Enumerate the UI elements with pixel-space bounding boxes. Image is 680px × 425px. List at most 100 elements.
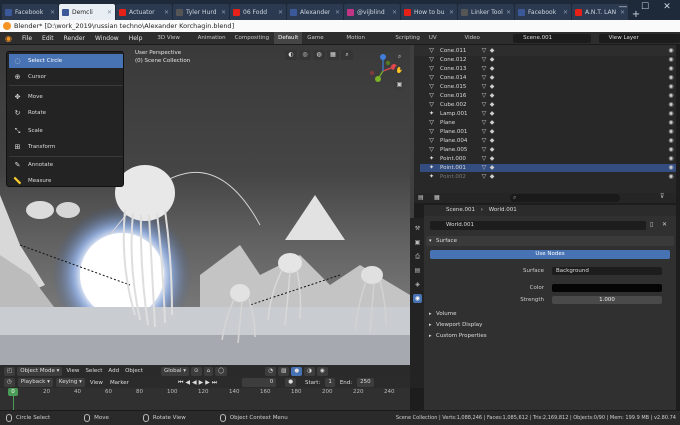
view-menu[interactable]: View xyxy=(64,368,81,374)
viewport-camera-icon[interactable]: ◎ xyxy=(299,50,311,60)
viewport-nav-zoom-icon[interactable]: ⌕ xyxy=(394,51,405,62)
viewport-nav-camera-icon[interactable]: ▣ xyxy=(394,79,405,90)
timeline-editor-icon[interactable]: ◷ xyxy=(4,378,15,387)
add-menu[interactable]: Add xyxy=(106,368,121,374)
visibility-eye-icon[interactable]: ◉ xyxy=(667,110,675,118)
outliner-search-input[interactable]: ⌕ xyxy=(510,194,620,202)
browser-tab[interactable]: Tyler Hurd ✕ xyxy=(173,4,229,20)
visibility-eye-icon[interactable]: ◉ xyxy=(667,47,675,55)
modifier-icon[interactable]: ▽ xyxy=(480,164,488,172)
workspace-tab[interactable]: Game Logic xyxy=(303,32,341,53)
tool-item[interactable]: ⊕ Cursor xyxy=(9,70,123,84)
keying-menu[interactable]: Keying ▾ xyxy=(55,378,85,387)
visibility-eye-icon[interactable]: ◉ xyxy=(667,119,675,127)
current-frame-field[interactable]: 0 xyxy=(242,378,277,387)
outliner-row[interactable]: ✦ Point.002 ▽ ◆ ◉ xyxy=(420,173,676,181)
scene-tab-icon[interactable]: ◈ xyxy=(413,280,422,289)
fake-user-icon[interactable]: ▯ xyxy=(650,221,653,228)
material-icon[interactable]: ◆ xyxy=(488,119,496,127)
filter-icon[interactable]: ⊽ xyxy=(660,193,664,200)
tool-item[interactable]: ✎ Annotate xyxy=(9,158,123,172)
modifier-icon[interactable]: ▽ xyxy=(480,137,488,145)
view-layer-selector[interactable]: View Layer xyxy=(598,33,680,43)
outliner-row[interactable]: ▽ Cone.016 ▽ ◆ ◉ xyxy=(420,92,676,100)
end-frame-field[interactable]: 250 xyxy=(357,378,374,387)
close-window-button[interactable]: ✕ xyxy=(658,2,676,12)
outliner-row[interactable]: ▽ Cone.012 ▽ ◆ ◉ xyxy=(420,56,676,64)
tab-close-icon[interactable]: ✕ xyxy=(392,9,397,16)
surface-shader-dropdown[interactable]: Background xyxy=(552,267,662,275)
tool-item[interactable]: ✥ Move xyxy=(9,90,123,104)
visibility-eye-icon[interactable]: ◉ xyxy=(667,155,675,163)
playhead[interactable] xyxy=(13,396,14,410)
outliner-row[interactable]: ▽ Cone.015 ▽ ◆ ◉ xyxy=(420,83,676,91)
tab-close-icon[interactable]: ✕ xyxy=(107,9,112,16)
outliner-row[interactable]: ▽ Plane ▽ ◆ ◉ xyxy=(420,119,676,127)
viewport-display-panel-header[interactable]: ▸ Viewport Display xyxy=(426,320,674,330)
color-swatch[interactable] xyxy=(552,284,662,292)
material-icon[interactable]: ◆ xyxy=(488,110,496,118)
visibility-eye-icon[interactable]: ◉ xyxy=(667,146,675,154)
xray-icon[interactable]: ▨ xyxy=(278,366,290,376)
modifier-icon[interactable]: ▽ xyxy=(480,74,488,82)
tool-item[interactable]: 📏 Measure xyxy=(9,174,123,188)
visibility-eye-icon[interactable]: ◉ xyxy=(667,101,675,109)
workspace-tab[interactable]: 3D View Full xyxy=(153,32,192,53)
material-icon[interactable]: ◆ xyxy=(488,74,496,82)
modifier-icon[interactable]: ▽ xyxy=(480,92,488,100)
transform-orientation-dropdown[interactable]: Global ▾ xyxy=(160,366,190,376)
properties-editor-icon[interactable]: ▤ xyxy=(418,194,424,201)
menu-item[interactable]: Help xyxy=(124,32,148,45)
material-icon[interactable]: ◆ xyxy=(488,155,496,163)
menu-item[interactable]: Edit xyxy=(37,32,59,45)
world-tab-icon[interactable]: ◉ xyxy=(413,294,422,303)
start-frame-field[interactable]: 1 xyxy=(325,378,335,387)
tab-close-icon[interactable]: ✕ xyxy=(221,9,226,16)
modifier-icon[interactable]: ▽ xyxy=(480,101,488,109)
browser-tab[interactable]: 06 Fodd ✕ xyxy=(230,4,286,20)
workspace-tab[interactable]: Compositing xyxy=(231,32,273,44)
tool-item[interactable]: ↻ Rotate xyxy=(9,106,123,120)
material-icon[interactable]: ◆ xyxy=(488,146,496,154)
current-frame-indicator[interactable]: 0 xyxy=(8,388,18,396)
scene-selector[interactable]: Scene.001 xyxy=(513,33,591,43)
material-icon[interactable]: ◆ xyxy=(488,47,496,55)
visibility-eye-icon[interactable]: ◉ xyxy=(667,128,675,136)
workspace-tab[interactable]: Video Editing xyxy=(460,32,502,53)
timeline-marker-menu[interactable]: Marker xyxy=(108,380,131,386)
visibility-eye-icon[interactable]: ◉ xyxy=(667,164,675,172)
workspace-tab[interactable]: Motion Tracking xyxy=(342,32,390,53)
strength-field[interactable]: 1.000 xyxy=(552,296,662,304)
tab-close-icon[interactable]: ✕ xyxy=(278,9,283,16)
use-nodes-button[interactable]: Use Nodes xyxy=(430,250,670,259)
overlay-icon[interactable]: ◔ xyxy=(265,366,277,376)
auto-key-icon[interactable]: ● xyxy=(285,378,297,387)
browser-tab[interactable]: @vijblind ✕ xyxy=(344,4,400,20)
playback-controls[interactable]: ⏮◀◀▶▶⏭ xyxy=(178,379,219,387)
material-icon[interactable]: ◆ xyxy=(488,92,496,100)
object-mode-dropdown[interactable]: Object Mode ▾ xyxy=(17,366,63,376)
zoom-icon[interactable]: ⌕ xyxy=(341,50,353,60)
selectability-icon[interactable]: ◐ xyxy=(285,50,297,60)
surface-panel-header[interactable]: ▾ Surface xyxy=(426,236,674,246)
browser-tab[interactable]: Demcli ✕ xyxy=(59,4,115,20)
visibility-eye-icon[interactable]: ◉ xyxy=(667,137,675,145)
browser-tab[interactable]: Alexander ✕ xyxy=(287,4,343,20)
proportional-edit-icon[interactable]: ◯ xyxy=(215,366,228,376)
modifier-icon[interactable]: ▽ xyxy=(480,47,488,55)
tab-close-icon[interactable]: ✕ xyxy=(449,9,454,16)
blender-menu-icon[interactable]: ◉ xyxy=(0,32,17,45)
browser-tab[interactable]: Actuator ✕ xyxy=(116,4,172,20)
tab-close-icon[interactable]: ✕ xyxy=(335,9,340,16)
modifier-icon[interactable]: ▽ xyxy=(480,173,488,181)
modifier-icon[interactable]: ▽ xyxy=(480,56,488,64)
object-menu[interactable]: Object xyxy=(123,368,145,374)
menu-item[interactable]: Window xyxy=(90,32,124,45)
workspace-tab[interactable]: UV Editing xyxy=(425,32,460,53)
modifier-icon[interactable]: ▽ xyxy=(480,83,488,91)
custom-properties-panel-header[interactable]: ▸ Custom Properties xyxy=(426,331,674,341)
tool-item[interactable]: ◌ Select Circle xyxy=(9,54,123,68)
menu-item[interactable]: File xyxy=(17,32,37,45)
menu-item[interactable]: Render xyxy=(59,32,90,45)
visibility-eye-icon[interactable]: ◉ xyxy=(667,65,675,73)
